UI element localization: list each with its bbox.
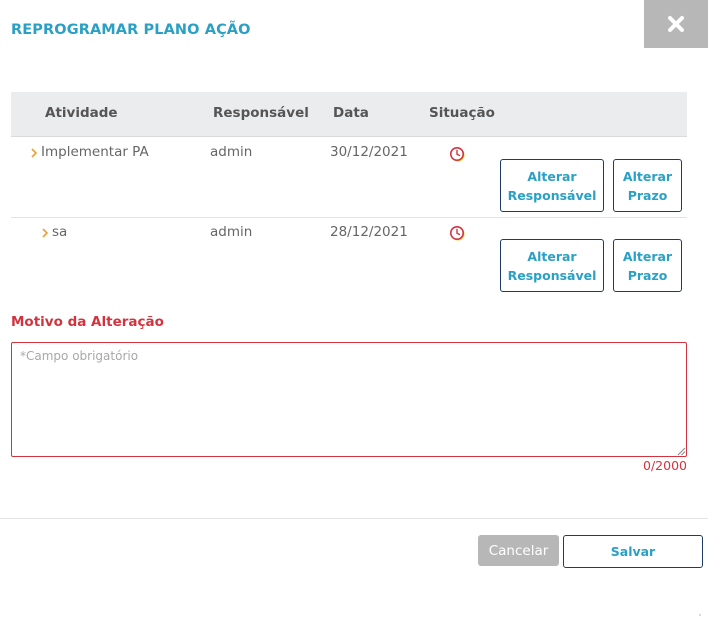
resize-grip-icon[interactable] xyxy=(677,447,686,456)
close-icon xyxy=(668,16,684,32)
row-responsavel: admin xyxy=(210,224,253,240)
alterar-prazo-button[interactable]: Alterar Prazo xyxy=(613,159,682,212)
table-header: Atividade Responsável Data Situação xyxy=(11,92,687,137)
alterar-responsavel-button[interactable]: Alterar Responsável xyxy=(500,159,604,212)
character-counter: 0/2000 xyxy=(643,458,687,473)
header-data: Data xyxy=(333,105,369,121)
row-responsavel: admin xyxy=(210,144,253,160)
chevron-right-icon[interactable] xyxy=(40,227,50,239)
cancel-button[interactable]: Cancelar xyxy=(478,535,559,566)
alterar-prazo-button[interactable]: Alterar Prazo xyxy=(613,239,682,292)
header-responsavel: Responsável xyxy=(213,105,309,121)
dialog-title: REPROGRAMAR PLANO AÇÃO xyxy=(11,22,251,38)
row-data: 30/12/2021 xyxy=(330,144,408,160)
row-atividade: sa xyxy=(52,224,68,240)
late-clock-icon xyxy=(450,226,465,241)
late-clock-icon xyxy=(450,147,465,162)
motivo-textarea[interactable] xyxy=(11,342,687,457)
footer-divider xyxy=(0,518,708,519)
header-situacao: Situação xyxy=(429,105,495,121)
close-button[interactable] xyxy=(644,0,708,48)
chevron-right-icon[interactable] xyxy=(29,147,39,159)
row-divider xyxy=(11,217,687,218)
decorative-dot xyxy=(699,614,701,616)
row-atividade: Implementar PA xyxy=(41,144,149,160)
save-button[interactable]: Salvar xyxy=(563,535,703,568)
row-data: 28/12/2021 xyxy=(330,224,408,240)
header-atividade: Atividade xyxy=(45,105,118,121)
motivo-label: Motivo da Alteração xyxy=(11,314,164,330)
alterar-responsavel-button[interactable]: Alterar Responsável xyxy=(500,239,604,292)
